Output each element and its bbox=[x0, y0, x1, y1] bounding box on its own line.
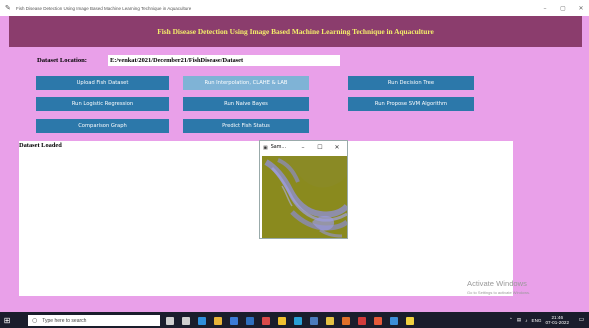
notes-icon[interactable] bbox=[278, 316, 286, 325]
mail-icon[interactable] bbox=[246, 316, 254, 325]
taskbar-clock[interactable]: 21:46 07-01-2022 bbox=[546, 315, 570, 325]
run-decision-tree-button[interactable]: Run Decision Tree bbox=[348, 76, 474, 90]
watermark-line2: Go to Settings to activate Windows. bbox=[467, 290, 531, 295]
explorer-icon[interactable] bbox=[214, 316, 222, 325]
search-placeholder: Type here to search bbox=[42, 317, 87, 324]
upload-dataset-button[interactable]: Upload Fish Dataset bbox=[36, 76, 169, 90]
cortana-icon[interactable] bbox=[166, 316, 174, 325]
photos-icon[interactable] bbox=[390, 316, 398, 325]
popup-close-button[interactable]: ✕ bbox=[332, 141, 342, 154]
volume-icon[interactable]: ♪ bbox=[525, 318, 527, 323]
window-title: Fish Disease Detection Using Image Based… bbox=[16, 5, 192, 11]
terminal-icon[interactable] bbox=[310, 316, 318, 325]
taskbar-pinned-apps bbox=[166, 315, 414, 326]
sample-image-window[interactable]: ▣ Sam... – ☐ ✕ bbox=[259, 140, 348, 239]
fish-image bbox=[262, 156, 347, 238]
run-svm-button[interactable]: Run Propose SVM Algorithm bbox=[348, 97, 474, 111]
activate-windows-watermark: Activate Windows Go to Settings to activ… bbox=[467, 279, 530, 295]
minimize-button[interactable]: – bbox=[541, 5, 549, 12]
run-interpolation-button[interactable]: Run Interpolation, CLAHE & LAB bbox=[183, 76, 309, 90]
dataset-path-field[interactable]: E:/venkat/2021/December21/FishDisease/Da… bbox=[108, 55, 340, 66]
chrome-icon[interactable] bbox=[326, 316, 334, 325]
output-text: Dataset Loaded bbox=[19, 142, 62, 149]
edge-icon[interactable] bbox=[198, 316, 206, 325]
banner-title: Fish Disease Detection Using Image Based… bbox=[157, 27, 434, 36]
popup-title: Sam... bbox=[270, 145, 286, 150]
run-naive-bayes-button[interactable]: Run Naive Bayes bbox=[183, 97, 309, 111]
windows-taskbar: ⊞ ○ Type here to search ⌃ ▤ ♪ ENG 21:46 … bbox=[0, 312, 589, 328]
calendar-icon[interactable] bbox=[294, 316, 302, 325]
watermark-line1: Activate Windows bbox=[467, 279, 527, 288]
app-banner: Fish Disease Detection Using Image Based… bbox=[9, 16, 582, 47]
popup-maximize-button[interactable]: ☐ bbox=[315, 141, 325, 154]
clock-date: 07-01-2022 bbox=[545, 320, 570, 325]
firefox-icon[interactable] bbox=[342, 316, 350, 325]
maximize-button[interactable]: ▢ bbox=[559, 5, 567, 12]
tray-chevron-icon[interactable]: ⌃ bbox=[509, 317, 513, 323]
popup-app-icon: ▣ bbox=[263, 144, 268, 151]
dataset-location-label: Dataset Location: bbox=[37, 57, 87, 64]
system-tray: ⌃ ▤ ♪ ENG 21:46 07-01-2022 bbox=[509, 314, 569, 326]
windows-start-icon[interactable]: ⊞ bbox=[0, 312, 14, 328]
close-button[interactable]: ✕ bbox=[577, 5, 585, 12]
network-icon[interactable]: ▤ bbox=[517, 317, 521, 323]
comparison-graph-button[interactable]: Comparison Graph bbox=[36, 119, 169, 133]
language-indicator[interactable]: ENG bbox=[532, 318, 542, 323]
app-icon[interactable] bbox=[262, 316, 270, 325]
task-view-icon[interactable] bbox=[182, 316, 190, 325]
feather-icon: ✎ bbox=[5, 4, 11, 12]
predict-fish-status-button[interactable]: Predict Fish Status bbox=[183, 119, 309, 133]
run-logistic-regression-button[interactable]: Run Logistic Regression bbox=[36, 97, 169, 111]
notification-icon[interactable]: ▭ bbox=[577, 315, 586, 324]
media-icon[interactable] bbox=[374, 316, 382, 325]
window-titlebar: ✎ Fish Disease Detection Using Image Bas… bbox=[0, 0, 589, 16]
pdf-icon[interactable] bbox=[358, 316, 366, 325]
popup-minimize-button[interactable]: – bbox=[298, 141, 308, 154]
taskbar-search-box[interactable]: ○ Type here to search bbox=[28, 315, 160, 326]
store-icon[interactable] bbox=[230, 316, 238, 325]
search-icon: ○ bbox=[32, 317, 38, 324]
python-icon[interactable] bbox=[406, 316, 414, 325]
fish-texture-graphic bbox=[262, 156, 347, 238]
window-controls: – ▢ ✕ bbox=[541, 0, 585, 16]
